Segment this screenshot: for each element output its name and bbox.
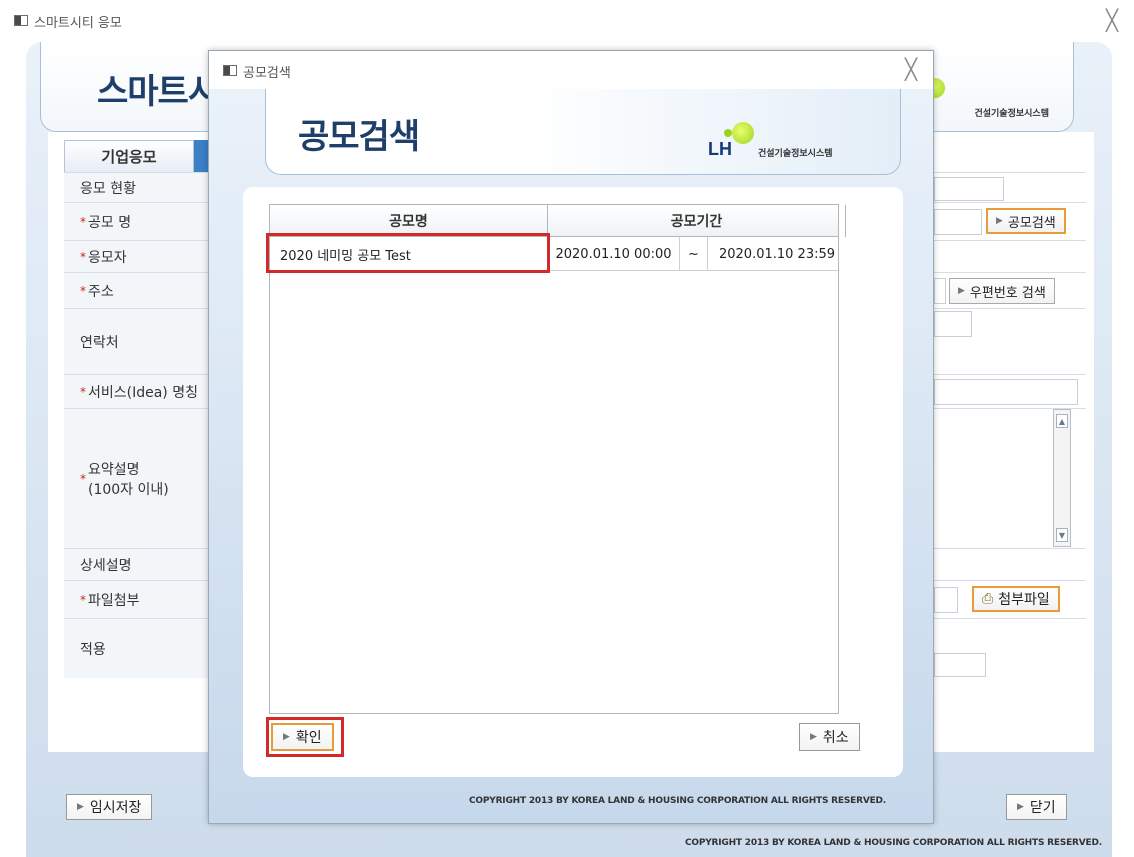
scroll-up-icon[interactable]: ▲ [1056,414,1068,428]
form-label: * 서비스(Idea) 명칭 [64,375,210,408]
form-label: 응모 현황 [64,173,210,202]
logo-dot-icon [732,122,754,144]
main-window-title: 스마트시티 응모 [34,16,122,31]
attach-icon: ⎙ [982,591,994,607]
contest-name-field[interactable] [934,209,982,235]
form-label: 상세설명 [64,549,210,580]
app-icon [14,15,28,26]
triangle-right-icon: ▶ [996,216,1003,226]
dialog-titlebar: 공모검색 ╳ [209,51,933,89]
logo-small-dot-icon [724,129,732,137]
contest-grid: 공모명 공모기간 2020 네미밍 공모 Test 2020.01.10 00:… [269,204,846,714]
file-field[interactable] [934,587,958,613]
triangle-right-icon: ▶ [1017,802,1024,812]
form-label: 적용 [64,619,210,678]
triangle-right-icon: ▶ [77,802,84,812]
close-icon[interactable]: ╳ [1106,8,1118,32]
dialog-title: 공모검색 [243,66,291,81]
close-button[interactable]: ▶ 닫기 [1006,794,1067,820]
lh-logo: LH [708,139,732,159]
highlight-confirm-button [266,717,344,757]
dialog-header: 공모검색 LH 건설기술정보시스템 [265,89,901,175]
contest-search-button[interactable]: ▶ 공모검색 [986,208,1066,234]
form-label: * 주소 [64,273,210,308]
contest-search-dialog: 공모검색 ╳ 공모검색 LH 건설기술정보시스템 공모명 공모기간 2020 네… [208,50,934,824]
row-separator: ~ [680,237,708,271]
form-label: * 응모자 [64,241,210,272]
attach-file-button[interactable]: ⎙ 첨부파일 [972,586,1060,612]
highlight-contest-row [266,233,550,273]
apply-field[interactable] [934,653,986,677]
temp-save-button[interactable]: ▶ 임시저장 [66,794,153,820]
triangle-right-icon: ▶ [958,286,965,296]
tab-company-application[interactable]: 기업응모 [64,140,194,172]
summary-scrollbar[interactable]: ▲ ▼ [1053,409,1071,547]
contact-field[interactable] [934,311,972,337]
main-titlebar: 스마트시티 응모 ╳ [0,0,1134,42]
service-name-field[interactable] [934,379,1078,405]
dialog-copyright: COPYRIGHT 2013 BY KOREA LAND & HOUSING C… [469,796,887,806]
main-copyright: COPYRIGHT 2013 BY KOREA LAND & HOUSING C… [684,838,1102,848]
address-field[interactable] [934,278,946,304]
dialog-header-title: 공모검색 [298,117,420,157]
triangle-right-icon: ▶ [810,732,817,742]
main-brand-text: 건설기술정보시스템 [974,109,1049,119]
close-icon[interactable]: ╳ [905,57,917,81]
form-label: 연락처 [64,309,210,374]
form-label: * 공모 명 [64,203,210,240]
column-header-period[interactable]: 공모기간 [548,205,846,237]
zipcode-search-button[interactable]: ▶ 우편번호 검색 [949,278,1055,304]
status-field[interactable] [934,177,1004,201]
app-icon [223,65,237,76]
form-label: * 요약설명 (100자 이내) [64,409,210,548]
form-label: * 파일첨부 [64,581,210,618]
main-header-title: 스마트시 [97,72,219,112]
row-start-date: 2020.01.10 00:00 [548,237,680,271]
row-end-date: 2020.01.10 23:59 [718,246,836,262]
cancel-button[interactable]: ▶ 취소 [799,723,860,751]
scroll-down-icon[interactable]: ▼ [1056,528,1068,542]
dialog-brand-text: 건설기술정보시스템 [758,149,833,159]
